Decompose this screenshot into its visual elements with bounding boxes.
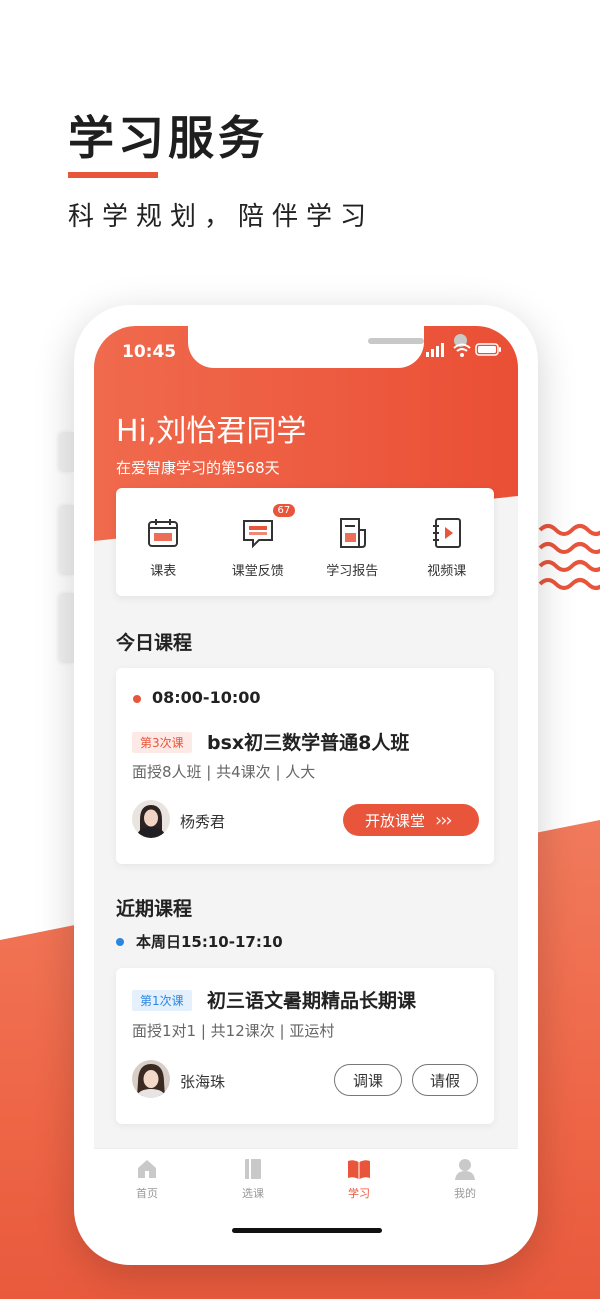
enter-classroom-button[interactable]: 开放课堂 ›››: [343, 804, 479, 836]
status-time: 10:45: [122, 342, 177, 362]
request-leave-button[interactable]: 请假: [412, 1064, 478, 1096]
home-icon: [138, 1160, 156, 1178]
quick-actions-card: 课表 67 课堂反馈 学习报告 视频课: [116, 488, 494, 596]
teacher-avatar: [132, 800, 170, 838]
report-icon: [340, 518, 367, 548]
reschedule-button[interactable]: 调课: [334, 1064, 402, 1096]
lesson-number-tag: 第1次课: [132, 990, 192, 1011]
phone-notch: [188, 326, 467, 368]
tab-home[interactable]: 首页: [94, 1149, 200, 1244]
upcoming-section-title: 近期课程: [116, 898, 193, 920]
study-days-text: 在爱智康学习的第568天: [116, 459, 280, 477]
promo-title: 学习服务: [68, 111, 268, 165]
quick-action-schedule[interactable]: 课表: [116, 488, 211, 596]
signal-icon: [426, 343, 444, 357]
user-icon: [455, 1159, 475, 1180]
book-icon: [245, 1159, 261, 1179]
upcoming-date-time: 本周日15:10-17:10: [136, 933, 283, 951]
tab-me[interactable]: 我的: [412, 1149, 518, 1244]
course-time: 08:00-10:00: [152, 688, 261, 707]
quick-action-label: 学习报告: [326, 564, 379, 579]
tab-label: 首页: [136, 1187, 158, 1200]
promo-underline: [68, 172, 158, 178]
course-meta: 面授8人班 | 共4课次 | 人大: [132, 763, 316, 781]
quick-action-label: 视频课: [427, 564, 467, 579]
course-name: 初三语文暑期精品长期课: [207, 990, 417, 1012]
triple-chevron-icon: ›››: [435, 809, 453, 831]
phone-volume-up-button: [60, 505, 74, 575]
quick-action-video[interactable]: 视频课: [400, 488, 495, 596]
tab-label: 学习: [348, 1187, 370, 1200]
course-meta: 面授1对1 | 共12课次 | 亚运村: [132, 1022, 335, 1040]
quick-action-feedback[interactable]: 67 课堂反馈: [211, 488, 306, 596]
open-book-icon: [348, 1160, 370, 1179]
status-icons: [426, 343, 501, 357]
upcoming-course-card[interactable]: 第1次课 初三语文暑期精品长期课 面授1对1 | 共12课次 | 亚运村 张海珠…: [116, 968, 494, 1124]
teacher-name: 杨秀君: [180, 813, 226, 831]
phone-screen: 10:45 Hi,刘怡君同学 在爱智康学习的第568天 课表 67 课堂反馈 学…: [94, 326, 518, 1244]
phone-mute-button: [60, 432, 74, 472]
tab-label: 我的: [454, 1187, 476, 1200]
tab-label: 选课: [242, 1187, 264, 1200]
lesson-number-tag: 第3次课: [132, 732, 192, 753]
quick-action-label: 课表: [150, 564, 177, 579]
status-dot: [133, 695, 141, 703]
today-course-card[interactable]: 08:00-10:00 第3次课 bsx初三数学普通8人班 面授8人班 | 共4…: [116, 668, 494, 864]
quick-action-report[interactable]: 学习报告: [305, 488, 400, 596]
home-indicator[interactable]: [232, 1228, 382, 1233]
greeting-text: Hi,刘怡君同学: [116, 414, 307, 449]
feedback-icon: [242, 520, 273, 549]
course-name: bsx初三数学普通8人班: [207, 732, 410, 754]
today-section-title: 今日课程: [116, 632, 193, 654]
wave-decoration: [538, 524, 600, 590]
wifi-icon: [453, 343, 471, 352]
teacher-avatar: [132, 1060, 170, 1098]
feedback-count-badge: 67: [272, 504, 296, 517]
promo-subtitle: 科学规划，陪伴学习: [68, 202, 375, 232]
calendar-icon: [148, 519, 179, 547]
quick-action-label: 课堂反馈: [231, 564, 284, 579]
battery-icon: [475, 343, 501, 356]
enter-classroom-label: 开放课堂: [365, 811, 426, 830]
phone-volume-down-button: [60, 593, 74, 663]
teacher-name: 张海珠: [180, 1073, 226, 1091]
upcoming-status-dot: [116, 938, 124, 946]
video-icon: [432, 518, 461, 548]
speaker: [368, 338, 424, 344]
